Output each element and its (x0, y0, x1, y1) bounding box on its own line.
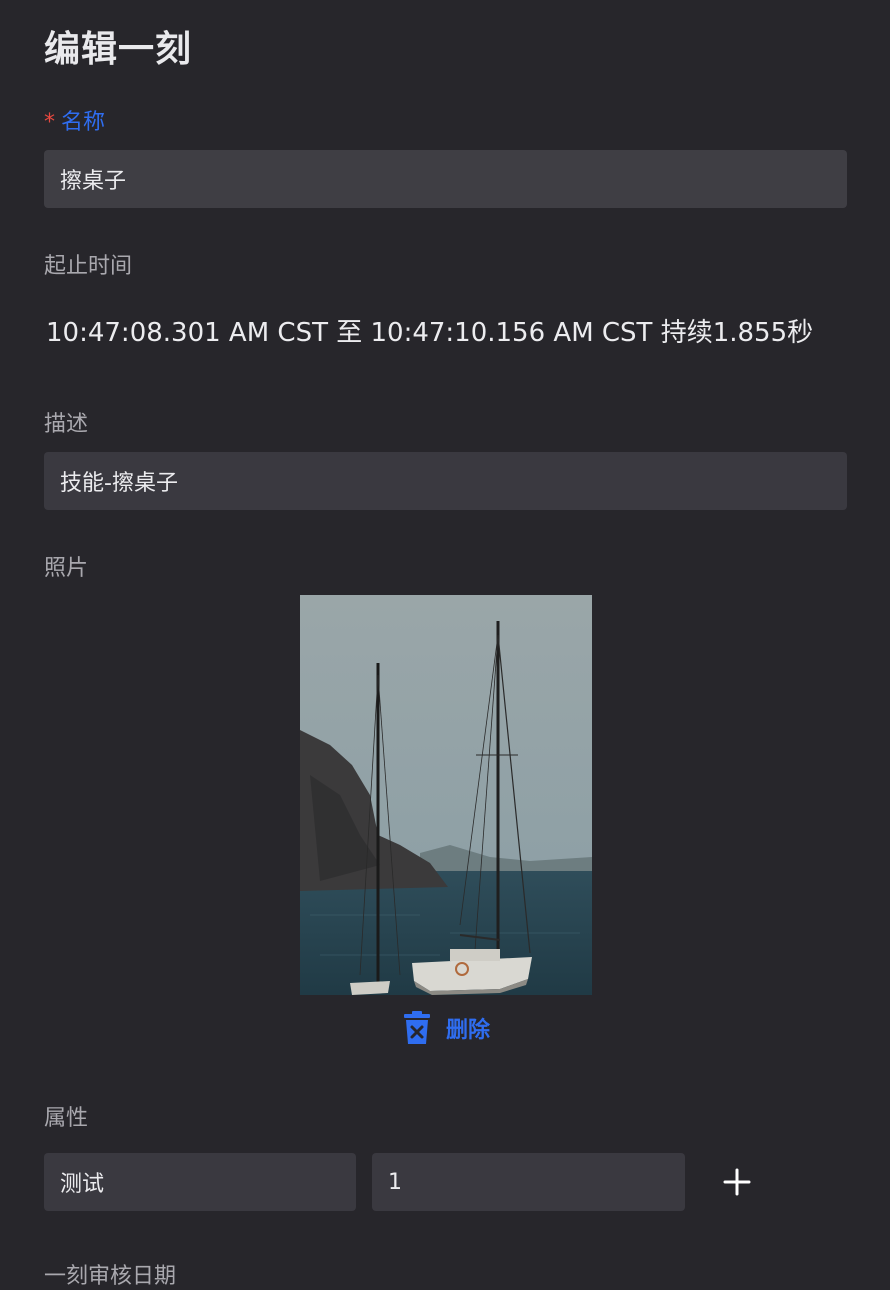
time-range-value: 10:47:08.301 AM CST 至 10:47:10.156 AM CS… (46, 318, 814, 348)
photo-label: 照片 (44, 556, 89, 581)
attribute-key-value: 测试 (60, 1172, 105, 1197)
attribute-value-input[interactable]: 1 (372, 1153, 685, 1211)
add-attribute-button[interactable] (718, 1163, 756, 1201)
plus-icon (723, 1168, 751, 1196)
sailboat-photo[interactable] (300, 595, 592, 995)
name-label: * 名称 (44, 104, 105, 136)
edit-moment-page: 编辑一刻 * 名称 擦桌子 起止时间 10:47:08.301 AM CST 至 … (0, 0, 890, 1290)
name-label-text: 名称 (61, 110, 106, 135)
description-input[interactable]: 技能-擦桌子 (44, 452, 847, 510)
attribute-key-input[interactable]: 测试 (44, 1153, 356, 1211)
page-title: 编辑一刻 (44, 29, 193, 70)
required-mark: * (44, 110, 55, 135)
attributes-label: 属性 (44, 1106, 89, 1131)
time-range-label: 起止时间 (44, 254, 133, 279)
review-date-label: 一刻审核日期 (44, 1264, 177, 1289)
name-input[interactable]: 擦桌子 (44, 150, 847, 208)
delete-photo-button[interactable]: 删除 (402, 1010, 490, 1046)
trash-icon (404, 1011, 430, 1044)
name-input-value: 擦桌子 (60, 169, 127, 194)
description-label: 描述 (44, 412, 89, 437)
delete-photo-label: 删除 (446, 1018, 491, 1043)
description-input-value: 技能-擦桌子 (60, 471, 178, 496)
sailboat-photo-image (300, 595, 592, 995)
attribute-value-value: 1 (388, 1169, 402, 1195)
